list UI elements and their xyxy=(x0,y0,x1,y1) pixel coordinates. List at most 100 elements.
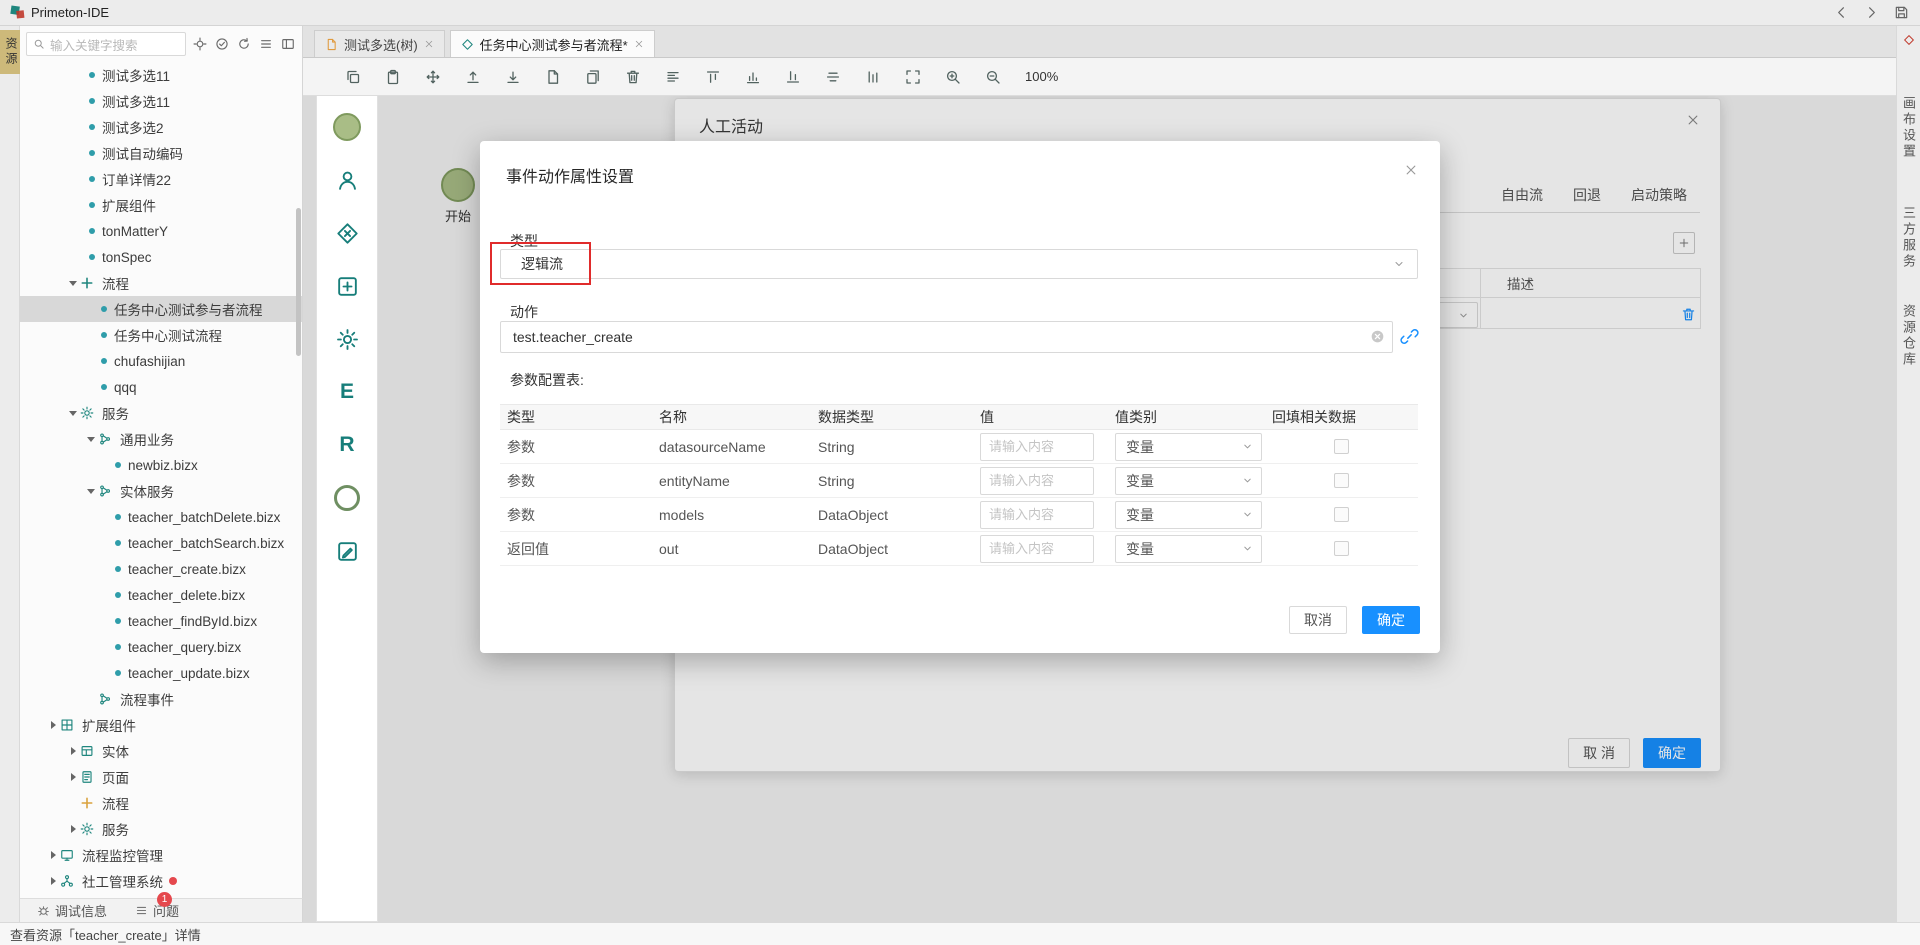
tree-item-测试多选11[interactable]: 测试多选11 xyxy=(20,62,302,88)
value-kind-select[interactable]: 变量 xyxy=(1115,535,1262,563)
close-tab-icon[interactable] xyxy=(424,39,434,49)
file-icon[interactable] xyxy=(541,65,565,89)
param-value-input[interactable] xyxy=(980,467,1094,495)
tree-item-流程事件[interactable]: 流程事件 xyxy=(20,686,302,712)
align-center-icon[interactable] xyxy=(821,65,845,89)
editor-tab-任务中心测试参与者流程*[interactable]: 任务中心测试参与者流程* xyxy=(450,30,655,57)
paste-icon[interactable] xyxy=(381,65,405,89)
tree-item-teacher_update.bizx[interactable]: teacher_update.bizx xyxy=(20,660,302,686)
caret-right-icon[interactable] xyxy=(66,825,80,833)
caret-down-icon[interactable] xyxy=(84,432,98,446)
tree-scrollbar[interactable] xyxy=(296,208,301,356)
tree-item-任务中心测试参与者流程[interactable]: 任务中心测试参与者流程 xyxy=(20,296,302,322)
right-rail-tab-三方服务[interactable]: 三方服务 xyxy=(1899,206,1918,270)
caret-right-icon[interactable] xyxy=(46,721,60,729)
clear-input-icon[interactable] xyxy=(1370,329,1385,344)
type-select[interactable]: 逻辑流 xyxy=(500,249,1418,279)
tree-item-实体[interactable]: 实体 xyxy=(20,738,302,764)
tree-item-teacher_query.bizx[interactable]: teacher_query.bizx xyxy=(20,634,302,660)
bar-chart-icon[interactable] xyxy=(741,65,765,89)
refresh-icon[interactable] xyxy=(234,35,253,54)
save-icon[interactable] xyxy=(1892,4,1910,22)
zoom-out-icon[interactable] xyxy=(981,65,1005,89)
tree-item-teacher_create.bizx[interactable]: teacher_create.bizx xyxy=(20,556,302,582)
palette-e-component[interactable]: E xyxy=(327,375,367,409)
rail-notification-icon[interactable] xyxy=(1903,34,1915,46)
param-value-input[interactable] xyxy=(980,501,1094,529)
backfill-checkbox[interactable] xyxy=(1334,473,1349,488)
palette-start-event[interactable] xyxy=(327,110,367,144)
palette-annotation[interactable] xyxy=(327,534,367,568)
caret-right-icon[interactable] xyxy=(46,851,60,859)
copy-icon[interactable] xyxy=(341,65,365,89)
list-icon[interactable] xyxy=(256,35,275,54)
tree-item-服务[interactable]: 服务 xyxy=(20,816,302,842)
param-value-input[interactable] xyxy=(980,535,1094,563)
tree-item-流程[interactable]: 流程 xyxy=(20,270,302,296)
align-bottom-icon[interactable] xyxy=(781,65,805,89)
download-icon[interactable] xyxy=(501,65,525,89)
tree-item-订单详情22[interactable]: 订单详情22 xyxy=(20,166,302,192)
debug-info-button[interactable]: 调试信息 xyxy=(37,901,107,920)
pan-icon[interactable] xyxy=(421,65,445,89)
locate-icon[interactable] xyxy=(190,35,209,54)
value-kind-select[interactable]: 变量 xyxy=(1115,467,1262,495)
tree-item-测试多选2[interactable]: 测试多选2 xyxy=(20,114,302,140)
tree-item-tonSpec[interactable]: tonSpec xyxy=(20,244,302,270)
tree-item-teacher_batchSearch.bizx[interactable]: teacher_batchSearch.bizx xyxy=(20,530,302,556)
event-cancel-button[interactable]: 取消 xyxy=(1289,606,1347,634)
tree-item-chufashijian[interactable]: chufashijian xyxy=(20,348,302,374)
param-value-input[interactable] xyxy=(980,433,1094,461)
tree-item-teacher_batchDelete.bizx[interactable]: teacher_batchDelete.bizx xyxy=(20,504,302,530)
palette-human-activity[interactable] xyxy=(327,163,367,197)
close-tab-icon[interactable] xyxy=(634,39,644,49)
caret-right-icon[interactable] xyxy=(66,747,80,755)
trash-icon[interactable] xyxy=(621,65,645,89)
tree-item-扩展组件[interactable]: 扩展组件 xyxy=(20,712,302,738)
rail-tab-resources[interactable]: 资源 xyxy=(0,30,20,74)
palette-gateway[interactable] xyxy=(327,216,367,250)
palette-subprocess[interactable] xyxy=(327,269,367,303)
tree-item-teacher_findById.bizx[interactable]: teacher_findById.bizx xyxy=(20,608,302,634)
event-dialog-close-icon[interactable] xyxy=(1404,163,1418,177)
right-rail-tab-资源仓库[interactable]: 资源仓库 xyxy=(1899,304,1918,368)
tree-item-qqq[interactable]: qqq xyxy=(20,374,302,400)
tree-item-teacher_delete.bizx[interactable]: teacher_delete.bizx xyxy=(20,582,302,608)
value-kind-select[interactable]: 变量 xyxy=(1115,501,1262,529)
palette-end-event[interactable] xyxy=(327,481,367,515)
duplicate-icon[interactable] xyxy=(581,65,605,89)
tree-item-流程监控管理[interactable]: 流程监控管理 xyxy=(20,842,302,868)
tree-item-流程[interactable]: 流程 xyxy=(20,790,302,816)
caret-down-icon[interactable] xyxy=(84,484,98,498)
tree-item-扩展组件[interactable]: 扩展组件 xyxy=(20,192,302,218)
tree-item-任务中心测试流程[interactable]: 任务中心测试流程 xyxy=(20,322,302,348)
tree-item-实体服务[interactable]: 实体服务 xyxy=(20,478,302,504)
upload-icon[interactable] xyxy=(461,65,485,89)
tree-item-tonMatterY[interactable]: tonMatterY xyxy=(20,218,302,244)
tree-item-页面[interactable]: 页面 xyxy=(20,764,302,790)
tree-item-测试多选11[interactable]: 测试多选11 xyxy=(20,88,302,114)
caret-right-icon[interactable] xyxy=(66,773,80,781)
bars-icon[interactable] xyxy=(861,65,885,89)
tree-item-测试自动编码[interactable]: 测试自动编码 xyxy=(20,140,302,166)
check-circle-icon[interactable] xyxy=(212,35,231,54)
caret-down-icon[interactable] xyxy=(66,406,80,420)
panel-icon[interactable] xyxy=(278,35,297,54)
editor-tab-测试多选(树)[interactable]: 测试多选(树) xyxy=(314,30,445,57)
backfill-checkbox[interactable] xyxy=(1334,541,1349,556)
tree-item-服务[interactable]: 服务 xyxy=(20,400,302,426)
right-rail-tab-画布设置[interactable]: 画布设置 xyxy=(1899,96,1918,160)
action-input[interactable] xyxy=(500,321,1393,353)
align-left-icon[interactable] xyxy=(661,65,685,89)
caret-down-icon[interactable] xyxy=(66,276,80,290)
backfill-checkbox[interactable] xyxy=(1334,439,1349,454)
tree-item-社工管理系统[interactable]: 社工管理系统 xyxy=(20,868,302,894)
palette-r-component[interactable]: R xyxy=(327,428,367,462)
zoom-level[interactable]: 100% xyxy=(1025,69,1058,84)
history-back-icon[interactable] xyxy=(1832,4,1850,22)
backfill-checkbox[interactable] xyxy=(1334,507,1349,522)
zoom-in-icon[interactable] xyxy=(941,65,965,89)
search-input[interactable]: 输入关键字搜索 xyxy=(26,32,186,56)
value-kind-select[interactable]: 变量 xyxy=(1115,433,1262,461)
tree-item-通用业务[interactable]: 通用业务 xyxy=(20,426,302,452)
